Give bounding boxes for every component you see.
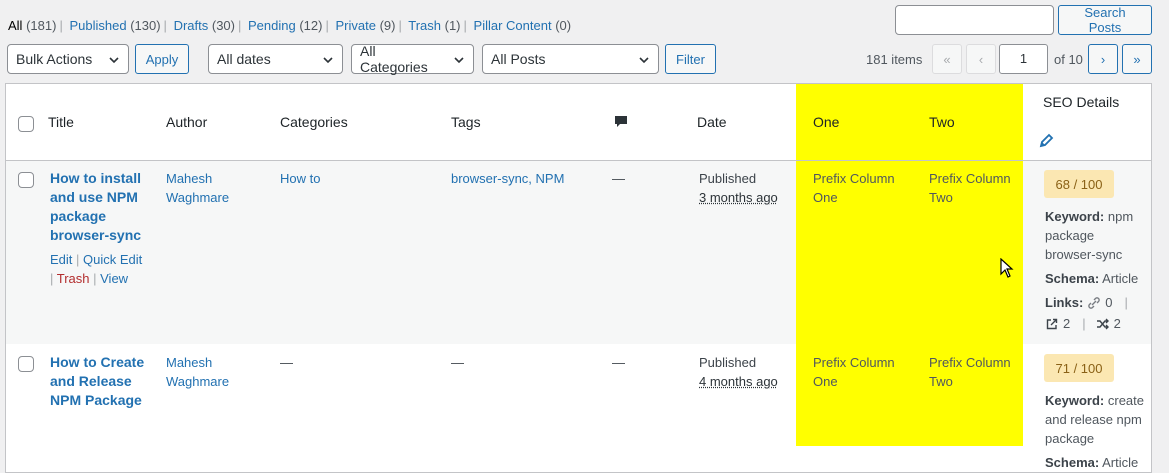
column-one-value: Prefix Column One xyxy=(813,353,895,391)
column-two-value: Prefix Column Two xyxy=(929,353,1011,391)
column-two-value: Prefix Column Two xyxy=(929,169,1011,207)
mouse-cursor-icon xyxy=(1000,258,1014,278)
status-pending[interactable]: Pending (12) xyxy=(248,18,322,33)
status-published[interactable]: Published (130) xyxy=(69,18,160,33)
column-one-value: Prefix Column One xyxy=(813,169,895,207)
post-title-link[interactable]: How to install and use NPM package brows… xyxy=(50,169,141,245)
chevron-down-icon xyxy=(322,54,334,66)
next-page-button[interactable]: › xyxy=(1088,44,1118,74)
seo-score-badge: 71 / 100 xyxy=(1044,354,1114,382)
prev-page-button[interactable]: ‹ xyxy=(966,44,996,74)
current-page-input[interactable]: 1 xyxy=(999,44,1048,74)
incoming-link-icon xyxy=(1096,317,1110,331)
status-drafts[interactable]: Drafts (30) xyxy=(174,18,235,33)
select-all-checkbox[interactable] xyxy=(18,116,34,132)
apply-button[interactable]: Apply xyxy=(135,44,189,74)
header-divider xyxy=(6,160,1151,161)
quick-edit-link[interactable]: Quick Edit xyxy=(83,252,142,267)
post-date: Published 4 months ago xyxy=(699,353,778,391)
column-date-header[interactable]: Date xyxy=(697,113,727,132)
seo-details: Keyword: npm package browser-sync Schema… xyxy=(1045,207,1150,333)
trash-link[interactable]: Trash xyxy=(57,271,90,286)
search-posts-button[interactable]: Search Posts xyxy=(1058,5,1152,35)
internal-link-icon xyxy=(1087,296,1101,310)
status-all[interactable]: All (181) xyxy=(8,18,56,33)
row-actions: Edit | Quick Edit | Trash | View xyxy=(50,250,142,288)
status-trash[interactable]: Trash (1) xyxy=(408,18,460,33)
post-title-link[interactable]: How to Create and Release NPM Package xyxy=(50,353,144,410)
column-author-header: Author xyxy=(166,113,207,132)
categories-filter-select[interactable]: All Categories xyxy=(351,44,474,74)
pencil-icon[interactable] xyxy=(1038,133,1054,149)
chevron-down-icon xyxy=(453,54,465,66)
author-link[interactable]: Mahesh Waghmare xyxy=(166,353,229,391)
column-two-header: Two xyxy=(929,113,955,132)
highlighted-columns xyxy=(796,84,1023,446)
categories-value: — xyxy=(280,353,293,372)
tags-links[interactable]: browser-sync, NPM xyxy=(451,169,564,188)
post-date: Published 3 months ago xyxy=(699,169,778,207)
chevron-down-icon xyxy=(638,54,650,66)
seo-score-badge: 68 / 100 xyxy=(1044,170,1114,198)
last-page-button[interactable]: » xyxy=(1122,44,1152,74)
total-pages: of 10 xyxy=(1054,52,1083,67)
first-page-button[interactable]: « xyxy=(932,44,962,74)
filter-button[interactable]: Filter xyxy=(665,44,716,74)
column-categories-header: Categories xyxy=(280,113,348,132)
items-count: 181 items xyxy=(866,52,922,67)
row-checkbox[interactable] xyxy=(18,172,34,188)
chevron-down-icon xyxy=(108,54,120,66)
status-pillar-content[interactable]: Pillar Content (0) xyxy=(474,18,572,33)
bulk-actions-select[interactable]: Bulk Actions xyxy=(7,44,129,74)
column-title-header[interactable]: Title xyxy=(48,113,74,132)
row-checkbox[interactable] xyxy=(18,356,34,372)
tags-value: — xyxy=(451,353,464,372)
category-link[interactable]: How to xyxy=(280,169,320,188)
status-private[interactable]: Private (9) xyxy=(335,18,395,33)
comments-count: — xyxy=(612,169,625,188)
column-one-header: One xyxy=(813,113,839,132)
search-input[interactable] xyxy=(895,5,1054,35)
column-seo-details-header[interactable]: SEO Details xyxy=(1043,93,1119,112)
posts-filter-select[interactable]: All Posts xyxy=(482,44,659,74)
comments-count: — xyxy=(612,353,625,372)
column-tags-header: Tags xyxy=(451,113,481,132)
edit-link[interactable]: Edit xyxy=(50,252,72,267)
posts-table: Title Author Categories Tags Date One Tw… xyxy=(5,83,1152,473)
comment-icon xyxy=(613,114,629,130)
view-link[interactable]: View xyxy=(100,271,128,286)
external-link-icon xyxy=(1045,317,1059,331)
author-link[interactable]: Mahesh Waghmare xyxy=(166,169,229,207)
post-status-filter: All (181) | Published (130) | Drafts (30) |… xyxy=(8,18,571,33)
dates-filter-select[interactable]: All dates xyxy=(208,44,343,74)
